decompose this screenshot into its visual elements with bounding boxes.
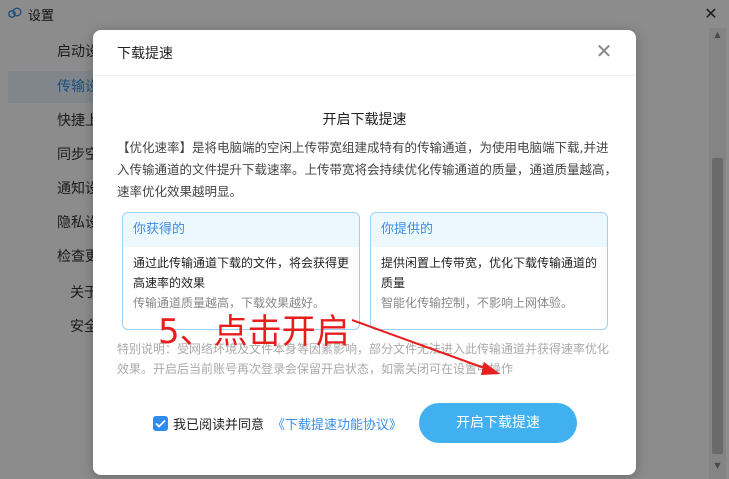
agreement-label[interactable]: 我已阅读并同意 (173, 414, 264, 433)
dialog-heading: 开启下载提速 (322, 112, 407, 128)
dialog-title: 下载提速 (117, 46, 173, 62)
agreement-checkbox[interactable] (153, 415, 168, 431)
dialog-divider (93, 75, 636, 76)
card-note: 传输通道质量越高，下载效果越好。 (133, 296, 326, 310)
annotation-label: 5、点击开启 (158, 312, 350, 352)
enable-download-boost-button[interactable]: 开启下载提速 (419, 403, 577, 443)
card-title: 你获得的 (123, 213, 359, 247)
card-note: 智能化传输控制，不影响上网体验。 (381, 296, 574, 310)
agreement-row: 我已阅读并同意 《下载提速功能协议》 (153, 413, 402, 433)
agreement-link[interactable]: 《下载提速功能协议》 (272, 414, 402, 433)
you-provide-card: 你提供的 提供闲置上传带宽，优化下载传输通道的质量 智能化传输控制，不影响上网体… (370, 212, 608, 330)
download-boost-dialog: 下载提速 ✕ 开启下载提速 【优化速率】是将电脑端的空闲上传带宽组建成特有的传输… (93, 30, 636, 475)
dialog-description: 【优化速率】是将电脑端的空闲上传带宽组建成特有的传输通道，为使用电脑端下载,并进… (117, 140, 618, 199)
checkmark-icon (155, 419, 166, 428)
card-body: 通过此传输通道下载的文件，将会获得更高速率的效果 (133, 256, 350, 290)
card-title: 你提供的 (371, 213, 607, 247)
card-body: 提供闲置上传带宽，优化下载传输通道的质量 (381, 256, 598, 290)
dialog-close-icon[interactable]: ✕ (593, 40, 615, 62)
